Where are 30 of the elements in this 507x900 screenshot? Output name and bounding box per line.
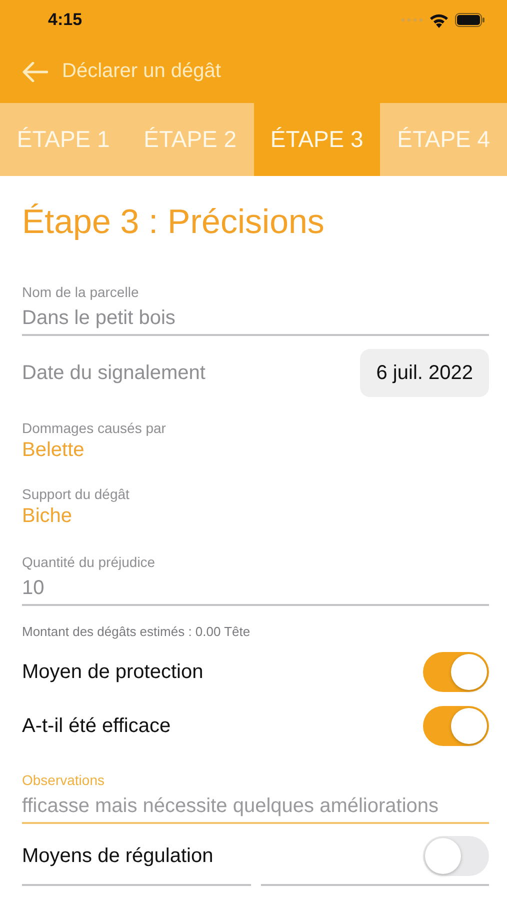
field-label: Observations (22, 772, 104, 788)
toggle-switch[interactable] (423, 706, 489, 746)
field-label: Nom de la parcelle (22, 284, 139, 300)
picker-value[interactable]: Belette (22, 436, 84, 464)
field-label: Dommages causés par (22, 420, 166, 436)
estimate-note: Montant des dégâts estimés : 0.00 Tête (22, 624, 250, 640)
step-tab[interactable]: ÉTAPE 3 (254, 103, 380, 176)
toggle-switch[interactable] (423, 836, 489, 876)
picker-value[interactable]: Biche (22, 502, 72, 530)
date-button[interactable]: 6 juil. 2022 (360, 349, 489, 397)
signal-icon (401, 18, 423, 22)
toggle-label: Moyens de régulation (22, 844, 214, 868)
toggle-label: Moyen de protection (22, 660, 204, 684)
status-time: 4:15 (48, 10, 82, 30)
field-label: Date du signalement (22, 362, 206, 384)
nav-title: Déclarer un dégât (62, 60, 221, 83)
step-tab[interactable]: ÉTAPE 4 (380, 103, 507, 176)
input-field[interactable]: 10 (22, 572, 489, 606)
step-tab[interactable]: ÉTAPE 2 (126, 103, 254, 176)
toggle-switch[interactable] (423, 652, 489, 692)
input-field[interactable]: fficasse mais nécessite quelques améliorations (22, 790, 489, 824)
battery-icon (455, 13, 485, 27)
field-label: Support du dégât (22, 486, 130, 502)
field-label: Quantité du préjudice (22, 554, 156, 570)
input-field[interactable]: Dans le petit bois (22, 302, 489, 336)
back-arrow-icon[interactable] (22, 62, 48, 82)
step-heading: Étape 3 : Précisions (22, 202, 326, 242)
wifi-icon (429, 12, 449, 28)
step-tab[interactable]: ÉTAPE 1 (0, 103, 127, 176)
toggle-label: A-t-il été efficace (22, 714, 171, 738)
